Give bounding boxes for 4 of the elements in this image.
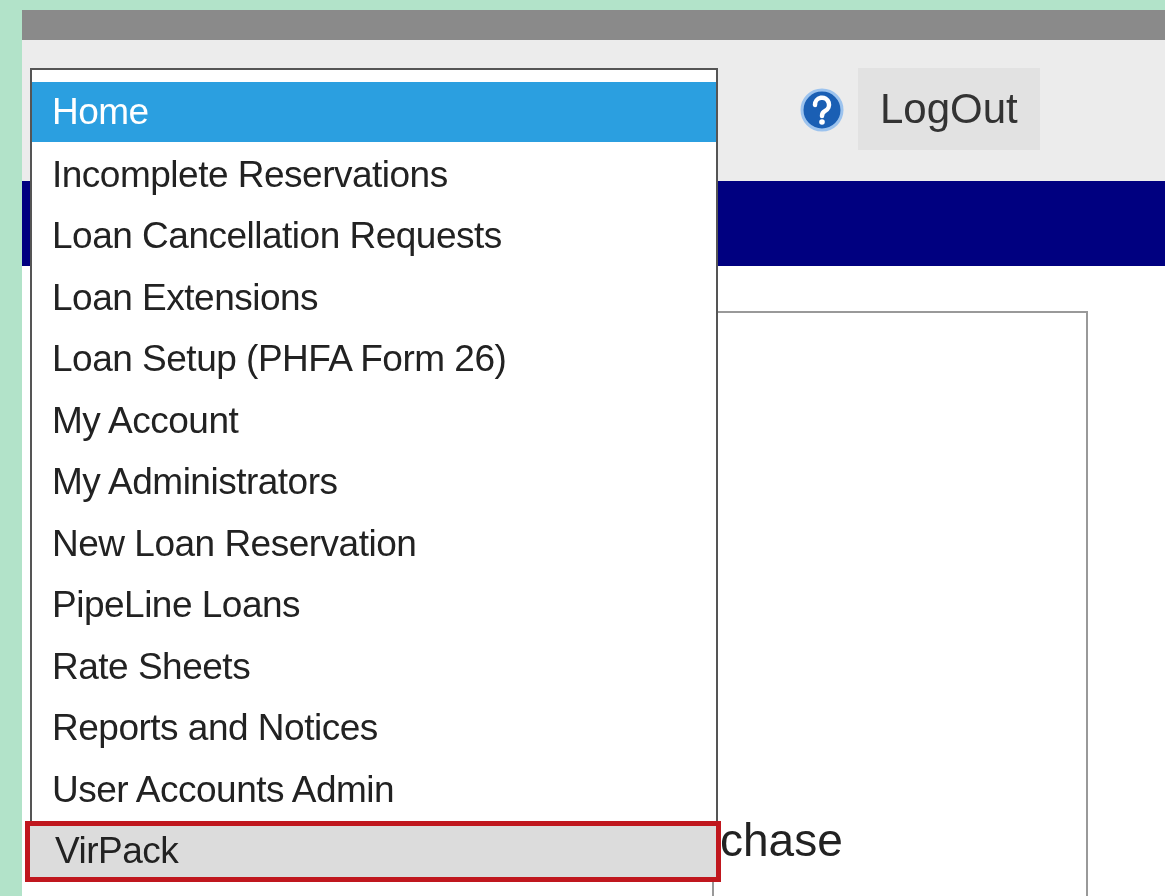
menu-item[interactable]: VirPack (25, 820, 721, 882)
logout-button[interactable]: LogOut (858, 68, 1040, 150)
panel-text: chase (720, 814, 843, 866)
help-icon[interactable] (800, 88, 844, 132)
